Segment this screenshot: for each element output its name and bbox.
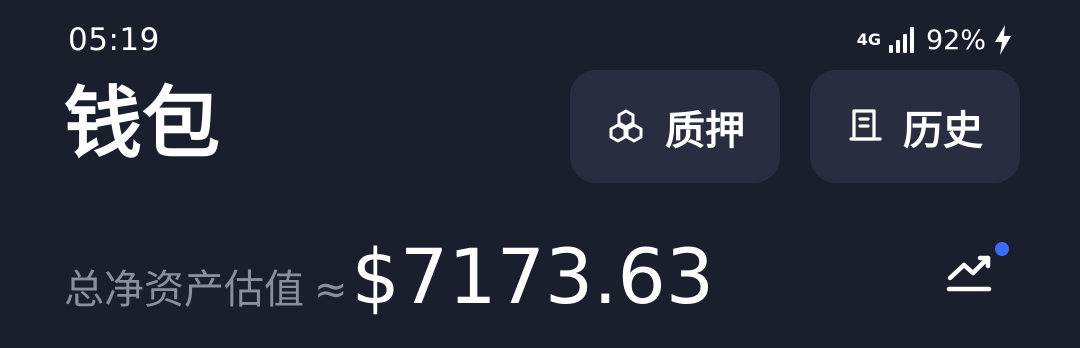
history-icon xyxy=(849,108,882,141)
total-assets-label: 总净资产估值 xyxy=(64,267,304,313)
history-button[interactable]: 历史 xyxy=(810,70,1020,183)
total-assets-value: $7173.63 xyxy=(351,232,715,321)
charging-bolt-icon xyxy=(995,25,1011,55)
signal-icon xyxy=(888,27,914,53)
status-icons: 4G 92% xyxy=(857,22,1014,58)
status-bar: 05:19 4G 92% xyxy=(0,0,1080,78)
wallet-screen: 05:19 4G 92% 钱包 质押 历史 总净资产估值 ≈ $7173.63 xyxy=(0,0,1080,348)
approx-symbol: ≈ xyxy=(314,267,348,313)
total-assets: 总净资产估值 ≈ $7173.63 xyxy=(64,232,714,322)
page-title: 钱包 xyxy=(64,79,221,169)
stake-icon xyxy=(609,109,643,142)
battery-level: 92% xyxy=(925,24,986,56)
stake-button[interactable]: 质押 xyxy=(570,70,780,183)
status-time: 05:19 xyxy=(68,22,160,58)
stake-label: 质押 xyxy=(665,107,745,154)
notification-dot xyxy=(995,242,1009,256)
network-type: 4G xyxy=(856,30,881,49)
history-label: 历史 xyxy=(903,107,983,154)
